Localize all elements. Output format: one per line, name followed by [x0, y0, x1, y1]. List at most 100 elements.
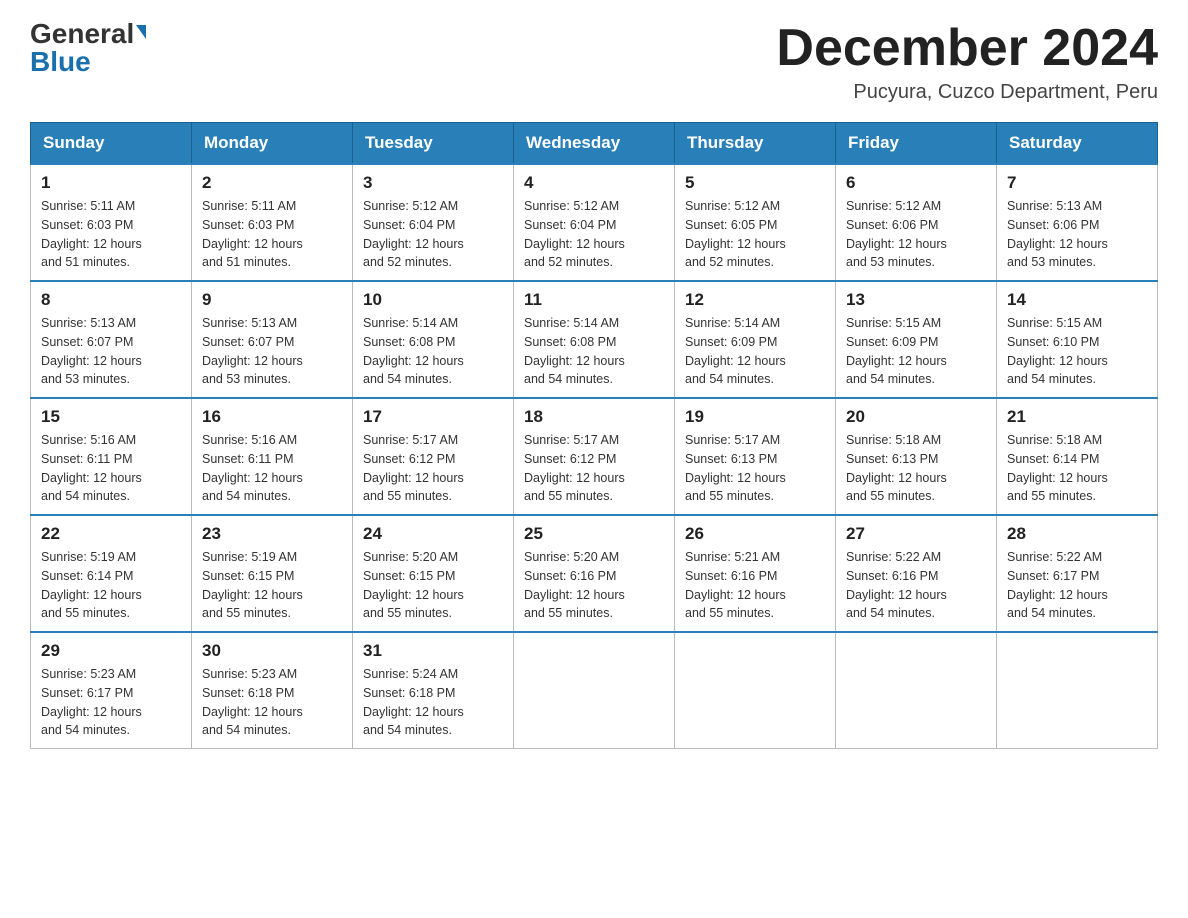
day-info: Sunrise: 5:13 AMSunset: 6:07 PMDaylight:… [41, 314, 181, 389]
day-info: Sunrise: 5:14 AMSunset: 6:09 PMDaylight:… [685, 314, 825, 389]
calendar-cell: 7 Sunrise: 5:13 AMSunset: 6:06 PMDaylight… [997, 164, 1158, 281]
day-info: Sunrise: 5:17 AMSunset: 6:12 PMDaylight:… [524, 431, 664, 506]
day-info: Sunrise: 5:23 AMSunset: 6:18 PMDaylight:… [202, 665, 342, 740]
day-number: 23 [202, 524, 342, 544]
day-number: 22 [41, 524, 181, 544]
day-number: 10 [363, 290, 503, 310]
day-info: Sunrise: 5:16 AMSunset: 6:11 PMDaylight:… [202, 431, 342, 506]
day-number: 24 [363, 524, 503, 544]
day-number: 29 [41, 641, 181, 661]
day-info: Sunrise: 5:20 AMSunset: 6:15 PMDaylight:… [363, 548, 503, 623]
day-number: 11 [524, 290, 664, 310]
day-info: Sunrise: 5:12 AMSunset: 6:05 PMDaylight:… [685, 197, 825, 272]
day-number: 28 [1007, 524, 1147, 544]
day-number: 19 [685, 407, 825, 427]
calendar-cell: 13 Sunrise: 5:15 AMSunset: 6:09 PMDayligh… [836, 281, 997, 398]
day-number: 13 [846, 290, 986, 310]
calendar-cell [514, 632, 675, 749]
calendar-cell: 6 Sunrise: 5:12 AMSunset: 6:06 PMDaylight… [836, 164, 997, 281]
calendar-cell: 22 Sunrise: 5:19 AMSunset: 6:14 PMDayligh… [31, 515, 192, 632]
day-number: 12 [685, 290, 825, 310]
week-row-4: 22 Sunrise: 5:19 AMSunset: 6:14 PMDayligh… [31, 515, 1158, 632]
day-number: 2 [202, 173, 342, 193]
day-info: Sunrise: 5:18 AMSunset: 6:13 PMDaylight:… [846, 431, 986, 506]
day-info: Sunrise: 5:22 AMSunset: 6:17 PMDaylight:… [1007, 548, 1147, 623]
day-info: Sunrise: 5:15 AMSunset: 6:09 PMDaylight:… [846, 314, 986, 389]
calendar-cell: 8 Sunrise: 5:13 AMSunset: 6:07 PMDaylight… [31, 281, 192, 398]
day-number: 8 [41, 290, 181, 310]
day-number: 6 [846, 173, 986, 193]
day-number: 27 [846, 524, 986, 544]
day-info: Sunrise: 5:12 AMSunset: 6:04 PMDaylight:… [524, 197, 664, 272]
week-row-2: 8 Sunrise: 5:13 AMSunset: 6:07 PMDaylight… [31, 281, 1158, 398]
day-number: 9 [202, 290, 342, 310]
calendar-cell [836, 632, 997, 749]
day-info: Sunrise: 5:17 AMSunset: 6:12 PMDaylight:… [363, 431, 503, 506]
logo-blue-text: Blue [30, 46, 91, 77]
col-header-thursday: Thursday [675, 123, 836, 165]
day-info: Sunrise: 5:11 AMSunset: 6:03 PMDaylight:… [202, 197, 342, 272]
day-info: Sunrise: 5:20 AMSunset: 6:16 PMDaylight:… [524, 548, 664, 623]
day-info: Sunrise: 5:23 AMSunset: 6:17 PMDaylight:… [41, 665, 181, 740]
day-number: 15 [41, 407, 181, 427]
week-row-3: 15 Sunrise: 5:16 AMSunset: 6:11 PMDayligh… [31, 398, 1158, 515]
day-info: Sunrise: 5:19 AMSunset: 6:14 PMDaylight:… [41, 548, 181, 623]
day-number: 18 [524, 407, 664, 427]
calendar-cell: 30Sunrise: 5:23 AMSunset: 6:18 PMDayligh… [192, 632, 353, 749]
calendar-cell: 31 Sunrise: 5:24 AMSunset: 6:18 PMDayligh… [353, 632, 514, 749]
day-number: 5 [685, 173, 825, 193]
page-header: General Blue December 2024 Pucyura, Cuzc… [30, 20, 1158, 104]
day-info: Sunrise: 5:17 AMSunset: 6:13 PMDaylight:… [685, 431, 825, 506]
calendar-cell: 14Sunrise: 5:15 AMSunset: 6:10 PMDayligh… [997, 281, 1158, 398]
calendar-cell: 5 Sunrise: 5:12 AMSunset: 6:05 PMDaylight… [675, 164, 836, 281]
day-number: 3 [363, 173, 503, 193]
calendar-cell: 27 Sunrise: 5:22 AMSunset: 6:16 PMDayligh… [836, 515, 997, 632]
calendar-cell: 18 Sunrise: 5:17 AMSunset: 6:12 PMDayligh… [514, 398, 675, 515]
day-info: Sunrise: 5:22 AMSunset: 6:16 PMDaylight:… [846, 548, 986, 623]
day-number: 1 [41, 173, 181, 193]
calendar-cell: 10 Sunrise: 5:14 AMSunset: 6:08 PMDayligh… [353, 281, 514, 398]
calendar-location: Pucyura, Cuzco Department, Peru [776, 81, 1158, 104]
day-info: Sunrise: 5:11 AMSunset: 6:03 PMDaylight:… [41, 197, 181, 272]
calendar-cell: 9 Sunrise: 5:13 AMSunset: 6:07 PMDaylight… [192, 281, 353, 398]
calendar-cell [997, 632, 1158, 749]
col-header-tuesday: Tuesday [353, 123, 514, 165]
calendar-cell: 17Sunrise: 5:17 AMSunset: 6:12 PMDayligh… [353, 398, 514, 515]
day-info: Sunrise: 5:13 AMSunset: 6:07 PMDaylight:… [202, 314, 342, 389]
logo: General Blue [30, 20, 146, 76]
day-info: Sunrise: 5:13 AMSunset: 6:06 PMDaylight:… [1007, 197, 1147, 272]
day-info: Sunrise: 5:18 AMSunset: 6:14 PMDaylight:… [1007, 431, 1147, 506]
col-header-wednesday: Wednesday [514, 123, 675, 165]
day-info: Sunrise: 5:21 AMSunset: 6:16 PMDaylight:… [685, 548, 825, 623]
day-info: Sunrise: 5:14 AMSunset: 6:08 PMDaylight:… [524, 314, 664, 389]
week-row-5: 29 Sunrise: 5:23 AMSunset: 6:17 PMDayligh… [31, 632, 1158, 749]
col-header-sunday: Sunday [31, 123, 192, 165]
day-info: Sunrise: 5:16 AMSunset: 6:11 PMDaylight:… [41, 431, 181, 506]
calendar-cell: 28 Sunrise: 5:22 AMSunset: 6:17 PMDayligh… [997, 515, 1158, 632]
calendar-cell: 21Sunrise: 5:18 AMSunset: 6:14 PMDayligh… [997, 398, 1158, 515]
calendar-cell: 16 Sunrise: 5:16 AMSunset: 6:11 PMDayligh… [192, 398, 353, 515]
day-info: Sunrise: 5:19 AMSunset: 6:15 PMDaylight:… [202, 548, 342, 623]
day-number: 26 [685, 524, 825, 544]
calendar-cell: 23 Sunrise: 5:19 AMSunset: 6:15 PMDayligh… [192, 515, 353, 632]
day-info: Sunrise: 5:14 AMSunset: 6:08 PMDaylight:… [363, 314, 503, 389]
calendar-cell: 26 Sunrise: 5:21 AMSunset: 6:16 PMDayligh… [675, 515, 836, 632]
calendar-cell: 25Sunrise: 5:20 AMSunset: 6:16 PMDayligh… [514, 515, 675, 632]
day-number: 16 [202, 407, 342, 427]
calendar-cell: 24 Sunrise: 5:20 AMSunset: 6:15 PMDayligh… [353, 515, 514, 632]
calendar-cell: 19 Sunrise: 5:17 AMSunset: 6:13 PMDayligh… [675, 398, 836, 515]
col-header-monday: Monday [192, 123, 353, 165]
calendar-cell: 12 Sunrise: 5:14 AMSunset: 6:09 PMDayligh… [675, 281, 836, 398]
day-info: Sunrise: 5:24 AMSunset: 6:18 PMDaylight:… [363, 665, 503, 740]
calendar-cell: 20Sunrise: 5:18 AMSunset: 6:13 PMDayligh… [836, 398, 997, 515]
day-number: 7 [1007, 173, 1147, 193]
calendar-table: SundayMondayTuesdayWednesdayThursdayFrid… [30, 122, 1158, 749]
calendar-cell: 15 Sunrise: 5:16 AMSunset: 6:11 PMDayligh… [31, 398, 192, 515]
calendar-cell: 29 Sunrise: 5:23 AMSunset: 6:17 PMDayligh… [31, 632, 192, 749]
calendar-cell: 1 Sunrise: 5:11 AMSunset: 6:03 PMDaylight… [31, 164, 192, 281]
day-info: Sunrise: 5:12 AMSunset: 6:04 PMDaylight:… [363, 197, 503, 272]
day-info: Sunrise: 5:12 AMSunset: 6:06 PMDaylight:… [846, 197, 986, 272]
col-header-friday: Friday [836, 123, 997, 165]
col-header-saturday: Saturday [997, 123, 1158, 165]
day-number: 31 [363, 641, 503, 661]
